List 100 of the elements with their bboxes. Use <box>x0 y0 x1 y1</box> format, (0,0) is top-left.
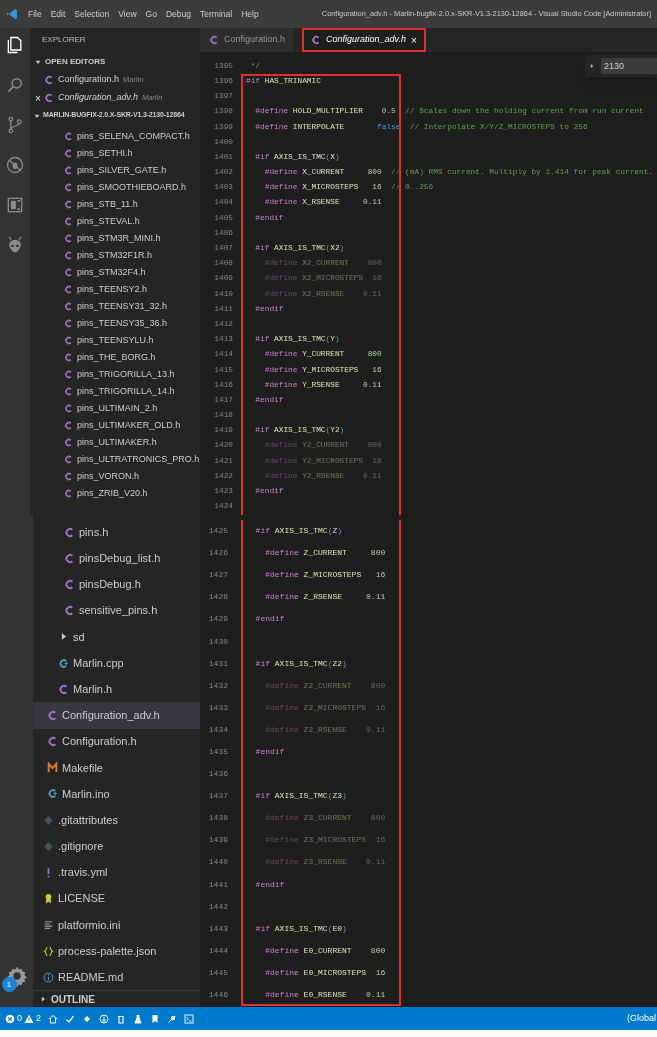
home-icon[interactable] <box>48 1013 59 1024</box>
file-name[interactable]: pins_TRIGORILLA_14.h <box>77 384 175 399</box>
menu-item[interactable]: View <box>118 7 137 21</box>
file-name[interactable]: .travis.yml <box>58 864 108 881</box>
terminal-icon[interactable] <box>184 1013 195 1024</box>
trash-icon[interactable] <box>116 1013 127 1024</box>
line-number: 1430 <box>207 635 228 648</box>
line-number: 1436 <box>207 768 228 781</box>
menu-item[interactable]: Debug <box>165 7 191 21</box>
file-name[interactable]: pins_TEENSY2.h <box>77 282 148 297</box>
file-name[interactable]: pins_STB_11.h <box>77 197 138 212</box>
file-name[interactable]: pinsDebug_list.h <box>79 550 161 567</box>
c-file-icon <box>311 35 322 45</box>
menu-item[interactable]: Terminal <box>200 7 233 21</box>
file-name[interactable]: pins_TEENSY31_32.h <box>77 299 168 314</box>
diamond-file-icon <box>43 814 54 826</box>
menu-item[interactable]: Go <box>145 7 157 21</box>
bookmark-icon[interactable] <box>150 1013 161 1024</box>
makefile-icon <box>47 762 58 774</box>
find-input[interactable]: 2130 <box>601 58 657 74</box>
file-name[interactable]: pins_ULTIMAKER_OLD.h <box>77 418 181 433</box>
menu-item[interactable]: File <box>28 7 42 21</box>
file-name[interactable]: pins_STM32F1R.h <box>77 248 153 263</box>
editor-tab[interactable]: Configuration_adv.h × <box>302 28 426 52</box>
file-name[interactable]: pins_THE_BORG.h <box>77 350 156 365</box>
bug-icon[interactable] <box>5 155 25 175</box>
search-icon[interactable] <box>5 75 25 95</box>
code-file-icon <box>58 657 69 669</box>
caret-right-icon[interactable] <box>589 63 595 69</box>
file-name[interactable]: pins_SETHI.h <box>77 146 133 161</box>
flask-icon[interactable] <box>133 1013 144 1024</box>
line-number: 1442 <box>207 900 228 913</box>
file-name[interactable]: pins_ULTRATRONICS_PRO.h <box>77 452 200 467</box>
section-header[interactable]: OPEN EDITORS <box>30 52 200 71</box>
caret-right-icon[interactable] <box>39 995 47 1004</box>
file-name[interactable]: pins_VORON.h <box>77 469 140 484</box>
menu-item[interactable]: Selection <box>74 7 110 21</box>
cloud-icon[interactable] <box>99 1013 110 1024</box>
file-name[interactable]: .gitattributes <box>58 811 118 829</box>
file-name[interactable]: pins_SELENA_COMPACT.h <box>77 129 190 144</box>
error-icon[interactable] <box>5 1013 15 1024</box>
file-name[interactable]: pins_STM3R_MINI.h <box>77 231 161 246</box>
file-name[interactable]: pins_SMOOTHIEBOARD.h <box>77 180 187 195</box>
extensions-icon[interactable] <box>5 195 25 215</box>
close-icon[interactable]: × <box>35 92 41 104</box>
code-line: #define Z_MICROSTEPS 16 <box>264 569 386 582</box>
line-number: 1446 <box>207 989 228 1001</box>
check-icon[interactable] <box>65 1013 76 1024</box>
file-name[interactable]: Marlin.h <box>73 680 113 698</box>
branch-icon[interactable] <box>5 115 25 135</box>
code-line: #define Z_RSENSE 0.11 <box>264 591 386 604</box>
file-name[interactable]: pinsDebug.h <box>79 576 141 593</box>
file-name[interactable]: pins_STM32F4.h <box>77 265 146 280</box>
file-name[interactable]: .gitignore <box>58 838 104 855</box>
diamond-file-icon <box>43 840 54 852</box>
info-icon <box>43 971 54 983</box>
file-name[interactable]: process-palette.json <box>58 942 157 960</box>
code-line: #if AXIS_IS_TMC(E0) <box>254 922 347 935</box>
file-name[interactable]: LICENSE <box>58 890 106 907</box>
line-number: 1440 <box>207 856 228 869</box>
file-name[interactable]: pins_ULTIMAKER.h <box>77 435 157 450</box>
close-icon[interactable]: × <box>410 32 417 48</box>
warning-count: 2 <box>36 1011 42 1025</box>
file-name[interactable]: Marlin.cpp <box>73 654 124 672</box>
app-logo-icon <box>6 8 18 20</box>
code-line: #endif <box>254 746 285 758</box>
editor-tab[interactable]: Configuration.h <box>200 28 295 52</box>
c-file-icon <box>64 552 75 564</box>
line-number: 1431 <box>207 657 228 670</box>
file-name[interactable]: pins_ZRIB_V20.h <box>77 486 148 501</box>
braces-icon <box>43 945 54 957</box>
line-number: 1438 <box>207 812 228 825</box>
file-name[interactable]: Marlin.ino <box>62 785 110 803</box>
diamond-icon[interactable] <box>82 1013 93 1024</box>
file-name[interactable]: sensitive_pins.h <box>79 602 158 619</box>
file-name[interactable]: Makefile <box>62 759 103 777</box>
menu-item[interactable]: Edit <box>50 7 66 21</box>
file-name[interactable]: pins_TRIGORILLA_13.h <box>77 367 175 382</box>
file-name[interactable]: sd <box>73 628 85 646</box>
file-name[interactable]: pins_STEVAL.h <box>77 214 140 229</box>
c-file-icon <box>64 526 75 538</box>
plug-icon[interactable] <box>167 1013 178 1024</box>
line-number: 1444 <box>207 944 228 957</box>
code-line: #define Z_CURRENT 800 <box>264 547 386 560</box>
file-name[interactable]: pins_TEENSYLU.h <box>77 333 154 348</box>
c-file-icon <box>47 709 58 721</box>
file-name[interactable]: platformio.ini <box>58 916 121 934</box>
menu-item[interactable]: Help <box>241 7 259 21</box>
warning-icon[interactable] <box>24 1013 34 1024</box>
ribbon-icon <box>43 893 54 905</box>
file-name[interactable]: pins_TEENSY35_36.h <box>77 316 168 331</box>
file-name: Configuration_adv.h <box>58 91 138 105</box>
status-text[interactable]: (Global <box>627 1011 657 1026</box>
file-name[interactable]: pins.h <box>79 523 109 541</box>
line-number: 1445 <box>207 966 228 979</box>
file-name[interactable]: README.md <box>58 969 124 986</box>
line-number: 1428 <box>207 591 228 604</box>
file-name[interactable]: pins_ULTIMAIN_2.h <box>77 401 158 416</box>
file-name[interactable]: Configuration.h <box>62 733 137 750</box>
file-name[interactable]: pins_SILVER_GATE.h <box>77 163 167 178</box>
